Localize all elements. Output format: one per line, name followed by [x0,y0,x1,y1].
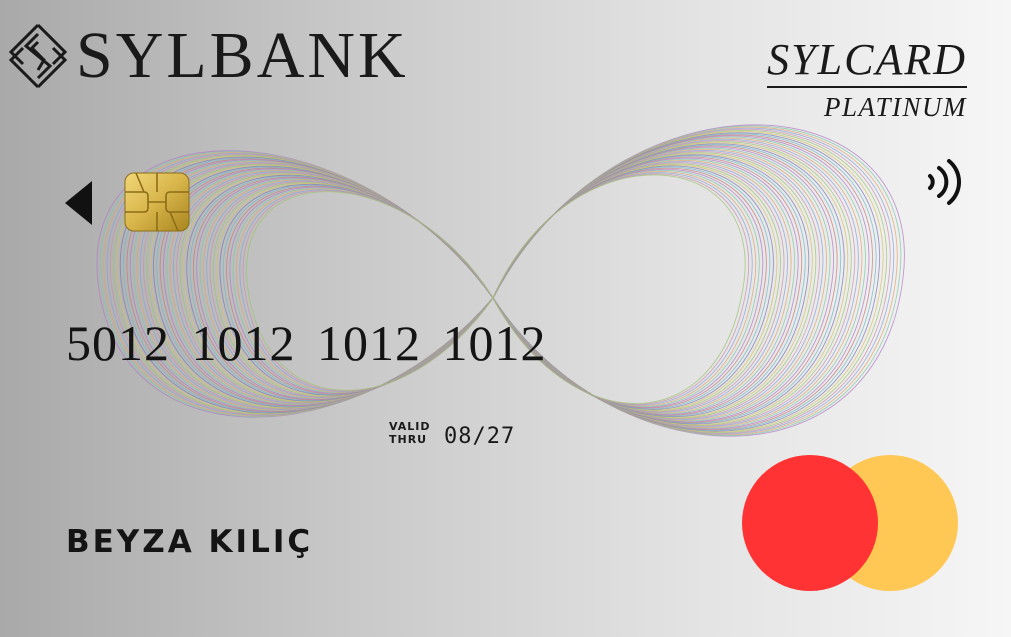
emv-chip-icon [124,172,190,232]
contactless-icon [928,159,962,205]
valid-thru-label: VALID THRU [389,420,431,446]
credit-card: SYLBANK SYLCARD PLATINUM 5012 1012 1012 … [0,0,1011,637]
card-tier: PLATINUM [823,92,967,122]
valid-label-line-2: THRU [389,433,428,446]
cardholder-name: BEYZA KILIÇ [66,524,314,560]
card-number: 5012 1012 1012 1012 [66,315,547,371]
diamond-s-monogram-icon [8,23,68,89]
valid-label-line-1: VALID [389,420,431,433]
card-product-name: SYLCARD [767,36,967,88]
two-overlapping-circles-icon [742,455,958,591]
left-triangle-icon [65,181,92,225]
bank-name: SYLBANK [76,19,409,92]
expiry-date: 08/27 [444,424,516,449]
